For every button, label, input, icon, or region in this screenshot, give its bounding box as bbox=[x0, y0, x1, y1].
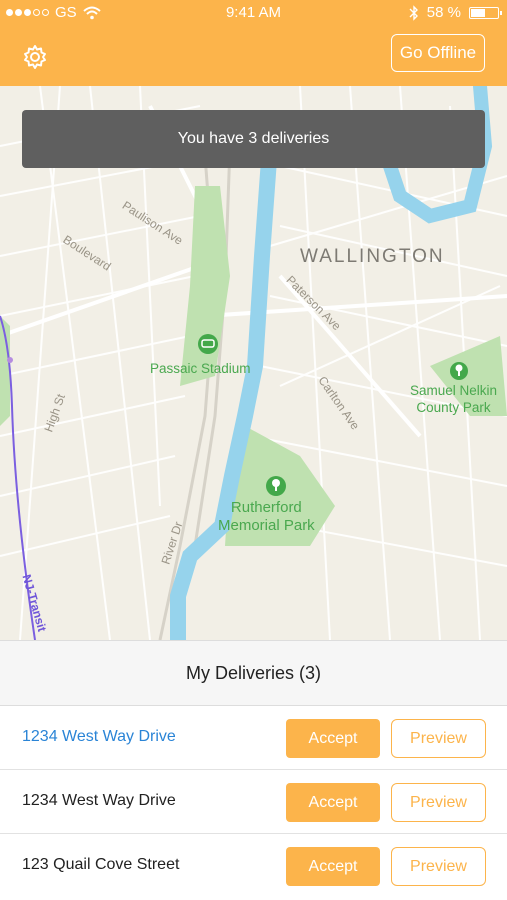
map-canvas bbox=[0, 86, 507, 640]
delivery-address: 123 Quail Cove Street bbox=[22, 856, 180, 873]
map-label-town: WALLINGTON bbox=[300, 246, 445, 267]
tree-icon bbox=[266, 476, 286, 496]
tree-icon bbox=[450, 362, 468, 380]
go-offline-button[interactable]: Go Offline bbox=[391, 34, 485, 72]
park-name-line: County Park bbox=[416, 400, 491, 415]
delivery-row[interactable]: 1234 West Way Drive Accept Preview bbox=[0, 706, 507, 770]
accept-button[interactable]: Accept bbox=[286, 847, 380, 886]
park-name-line: Rutherford bbox=[230, 499, 302, 516]
battery-fill bbox=[471, 8, 485, 17]
map-label-park: Rutherford Memorial Park bbox=[218, 499, 315, 535]
accept-button[interactable]: Accept bbox=[286, 719, 380, 758]
park-area bbox=[180, 186, 230, 386]
delivery-address[interactable]: 1234 West Way Drive bbox=[22, 728, 176, 746]
transit-stop bbox=[7, 357, 13, 363]
deliveries-title: My Deliveries (3) bbox=[0, 640, 507, 706]
park-name-line: Memorial Park bbox=[218, 517, 315, 534]
preview-button[interactable]: Preview bbox=[391, 719, 486, 758]
delivery-row[interactable]: 123 Quail Cove Street Accept Preview bbox=[0, 834, 507, 900]
map-label-park: Passaic Stadium bbox=[150, 361, 251, 376]
settings-button[interactable] bbox=[22, 44, 48, 70]
map-view[interactable]: WALLINGTON Paulison Ave Boulevard Paters… bbox=[0, 86, 507, 640]
deliveries-toast: You have 3 deliveries bbox=[22, 110, 485, 168]
top-bar: GS 9:41 AM 58 % Go Offline bbox=[0, 0, 507, 86]
accept-button[interactable]: Accept bbox=[286, 783, 380, 822]
delivery-row[interactable]: 1234 West Way Drive Accept Preview bbox=[0, 770, 507, 834]
battery-percent: 58 % bbox=[426, 4, 461, 21]
delivery-address: 1234 West Way Drive bbox=[22, 792, 176, 809]
gear-icon bbox=[24, 45, 46, 69]
river bbox=[170, 138, 278, 640]
stadium-icon bbox=[198, 334, 218, 354]
status-right: 58 % bbox=[409, 4, 502, 21]
preview-button[interactable]: Preview bbox=[391, 847, 486, 886]
status-bar: GS 9:41 AM 58 % bbox=[0, 0, 507, 24]
park-name-line: Samuel Nelkin bbox=[410, 383, 498, 398]
preview-button[interactable]: Preview bbox=[391, 783, 486, 822]
battery-icon bbox=[469, 6, 502, 19]
map-label-park: Samuel Nelkin County Park bbox=[410, 382, 497, 416]
bluetooth-icon bbox=[409, 4, 418, 21]
